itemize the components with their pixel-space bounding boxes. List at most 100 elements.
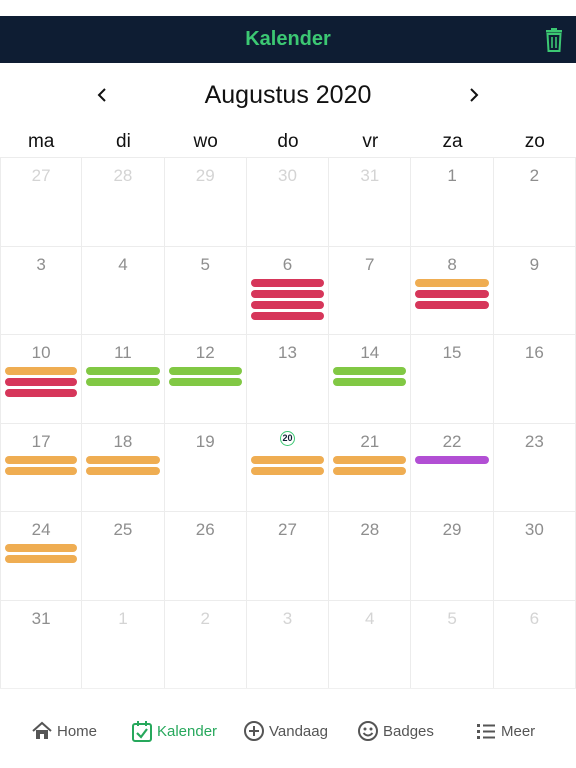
event-bar-red[interactable] <box>250 289 325 298</box>
day-cell[interactable]: 4 <box>329 600 412 689</box>
event-list <box>5 544 78 566</box>
day-number: 14 <box>360 343 380 362</box>
day-cell[interactable]: 16 <box>493 335 576 424</box>
event-bar-orange[interactable] <box>250 466 325 475</box>
day-cell[interactable]: 30 <box>246 158 330 247</box>
day-cell[interactable]: 23 <box>493 423 576 512</box>
day-cell[interactable]: 18 <box>82 423 165 512</box>
day-cell[interactable]: 9 <box>493 246 576 335</box>
day-cell[interactable]: 7 <box>329 246 412 335</box>
day-cell[interactable]: 2 <box>493 158 576 247</box>
day-number: 29 <box>195 166 215 185</box>
event-bar-purple[interactable] <box>415 455 489 464</box>
event-bar-orange[interactable] <box>86 466 160 475</box>
day-cell[interactable]: 24 <box>0 512 83 601</box>
day-cell[interactable]: 27 <box>246 512 330 601</box>
weekday-header: ma di wo do vr za zo <box>0 128 576 156</box>
day-cell[interactable]: 17 <box>0 423 83 512</box>
tab-vandaag[interactable]: Vandaag <box>243 719 328 743</box>
event-list <box>168 367 242 389</box>
event-bar-red[interactable] <box>415 300 489 309</box>
day-cell[interactable]: 25 <box>82 512 165 601</box>
day-cell[interactable]: 21 <box>329 423 412 512</box>
day-cell[interactable]: 10 <box>0 335 83 424</box>
day-cell[interactable]: 30 <box>493 512 576 601</box>
tab-kalender[interactable]: Kalender <box>131 719 217 743</box>
day-cell[interactable]: 14 <box>329 335 412 424</box>
day-cell[interactable]: 8 <box>411 246 494 335</box>
day-cell[interactable]: 27 <box>0 158 83 247</box>
event-bar-orange[interactable] <box>86 455 160 464</box>
event-bar-green[interactable] <box>168 378 242 386</box>
tab-home[interactable]: Home <box>31 719 97 743</box>
event-bar-red[interactable] <box>5 378 78 386</box>
day-cell[interactable]: 5 <box>164 246 247 335</box>
day-cell[interactable]: 20 <box>246 423 330 512</box>
event-bar-red[interactable] <box>250 311 325 320</box>
day-cell[interactable]: 3 <box>246 600 330 689</box>
day-cell[interactable]: 2 <box>164 600 247 689</box>
event-bar-red[interactable] <box>415 289 489 298</box>
day-cell[interactable]: 29 <box>164 158 247 247</box>
day-cell[interactable]: 12 <box>164 335 247 424</box>
event-bar-green[interactable] <box>168 367 242 375</box>
event-bar-orange[interactable] <box>5 466 78 475</box>
day-cell[interactable]: 1 <box>411 158 494 247</box>
next-month-button[interactable] <box>462 83 486 107</box>
event-bar-red[interactable] <box>250 300 325 309</box>
day-number: 25 <box>113 520 133 539</box>
event-list <box>415 455 489 467</box>
event-bar-orange[interactable] <box>5 455 78 464</box>
day-cell[interactable]: 28 <box>329 512 412 601</box>
day-number: 3 <box>282 608 293 628</box>
day-number: 4 <box>365 608 375 628</box>
day-cell[interactable]: 4 <box>82 246 165 335</box>
day-cell[interactable]: 31 <box>329 158 412 247</box>
day-cell[interactable]: 13 <box>246 335 330 424</box>
day-number: 4 <box>118 254 128 274</box>
trash-icon[interactable] <box>544 28 564 52</box>
event-bar-orange[interactable] <box>333 466 407 475</box>
event-list <box>86 455 160 478</box>
event-list <box>5 367 78 400</box>
day-number: 27 <box>31 166 51 185</box>
day-cell[interactable]: 6 <box>493 600 576 689</box>
day-number: 31 <box>31 608 51 628</box>
day-number: 7 <box>365 254 375 274</box>
day-number: 2 <box>529 166 540 185</box>
event-bar-red[interactable] <box>5 389 78 397</box>
event-bar-orange[interactable] <box>5 544 78 552</box>
event-bar-green[interactable] <box>333 367 407 375</box>
event-bar-orange[interactable] <box>415 278 489 287</box>
weekday-label: do <box>277 131 299 152</box>
event-bar-green[interactable] <box>333 378 407 386</box>
day-cell[interactable]: 15 <box>411 335 494 424</box>
day-cell[interactable]: 3 <box>0 246 83 335</box>
day-number: 26 <box>195 520 215 539</box>
day-cell[interactable]: 26 <box>164 512 247 601</box>
event-bar-green[interactable] <box>86 367 160 375</box>
day-number: 24 <box>31 520 51 539</box>
day-cell[interactable]: 11 <box>82 335 165 424</box>
day-cell[interactable]: 31 <box>0 600 83 689</box>
day-cell[interactable]: 22 <box>411 423 494 512</box>
day-cell[interactable]: 19 <box>164 423 247 512</box>
event-bar-green[interactable] <box>86 378 160 386</box>
tab-badges[interactable]: Badges <box>357 719 434 743</box>
event-bar-orange[interactable] <box>5 367 78 375</box>
day-cell[interactable]: 6 <box>246 246 330 335</box>
event-bar-orange[interactable] <box>5 555 78 563</box>
tab-label: Vandaag <box>269 722 328 740</box>
day-cell[interactable]: 29 <box>411 512 494 601</box>
day-cell[interactable]: 1 <box>82 600 165 689</box>
day-cell[interactable]: 5 <box>411 600 494 689</box>
event-bar-orange[interactable] <box>333 455 407 464</box>
day-number: 3 <box>36 254 46 274</box>
event-bar-orange[interactable] <box>250 455 325 464</box>
event-bar-red[interactable] <box>250 278 325 287</box>
day-number: 5 <box>447 608 457 628</box>
month-navigator: Augustus 2020 <box>0 63 576 127</box>
tab-meer[interactable]: Meer <box>475 719 535 743</box>
day-cell[interactable]: 28 <box>82 158 165 247</box>
day-number: 23 <box>524 431 544 451</box>
